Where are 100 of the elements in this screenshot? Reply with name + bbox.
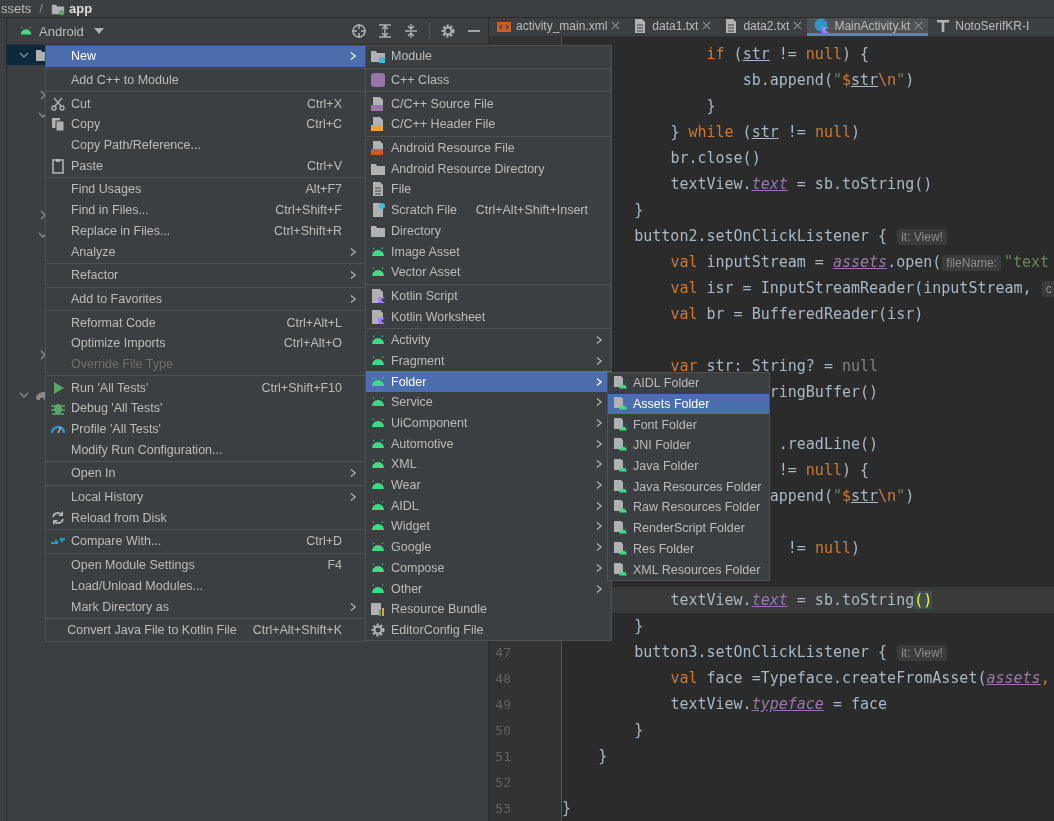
menu-item[interactable]: Activity xyxy=(366,329,611,351)
menu-item[interactable]: Service xyxy=(366,392,611,413)
menu-item[interactable]: Automotive xyxy=(366,433,611,455)
menu-item[interactable]: Android Resource Directory xyxy=(366,158,611,180)
chevron-right-icon xyxy=(350,601,357,612)
menu-item[interactable]: Image Asset xyxy=(366,241,611,262)
menu-item[interactable]: Refactor xyxy=(46,264,365,286)
breadcrumb-item[interactable]: ssets xyxy=(1,1,32,16)
gear-icon xyxy=(370,621,386,638)
menu-item[interactable]: Run 'All Tests' Ctrl+Shift+F10 xyxy=(46,377,365,398)
close-icon[interactable] xyxy=(702,21,712,30)
chevron-down-icon[interactable] xyxy=(19,390,29,400)
chevron-right-icon xyxy=(596,583,603,594)
menu-item[interactable]: RenderScript Folder xyxy=(608,517,769,539)
menu-item[interactable]: Find Usages Alt+F7 xyxy=(46,179,365,200)
menu-item[interactable]: Kotlin Script xyxy=(366,285,611,307)
chevron-right-icon xyxy=(350,293,357,304)
menu-item[interactable]: Reformat Code Ctrl+Alt+L xyxy=(46,312,365,333)
editor-tab[interactable]: MainActivity.kt xyxy=(807,18,929,36)
menu-item[interactable]: Add to Favorites xyxy=(46,288,365,310)
menu-item[interactable]: Load/Unload Modules... xyxy=(46,575,365,597)
menu-item[interactable]: Raw Resources Folder xyxy=(608,497,769,518)
menu-item[interactable]: Font Folder xyxy=(608,414,769,436)
menu-item[interactable]: Optimize Imports Ctrl+Alt+O xyxy=(46,332,365,354)
menu-item[interactable]: XML Resources Folder xyxy=(608,559,769,580)
menu-item[interactable]: C++ Class xyxy=(366,69,611,91)
menu-item[interactable]: Copy Ctrl+C xyxy=(46,114,365,135)
menu-item[interactable]: Mark Directory as xyxy=(46,596,365,617)
menu-item[interactable]: Compose xyxy=(366,557,611,579)
menu-item[interactable]: Open In xyxy=(46,463,365,484)
menu-item[interactable]: Copy Path/Reference... xyxy=(46,134,365,156)
chevron-right-icon xyxy=(596,335,603,346)
code-line: button3.setOnClickListener { it: View! xyxy=(634,643,950,661)
collapse-all-icon[interactable] xyxy=(403,23,419,39)
code-line: .readLine() xyxy=(778,435,879,453)
menu-item[interactable]: File xyxy=(366,179,611,200)
crosshair-icon[interactable] xyxy=(351,23,367,39)
menu-item[interactable]: C/C++ Source File xyxy=(366,93,611,115)
code-line: } xyxy=(706,97,716,115)
view-dropdown[interactable]: Android xyxy=(15,23,108,39)
menu-item[interactable]: Cut Ctrl+X xyxy=(46,93,365,115)
menu-item[interactable]: Google xyxy=(366,536,611,558)
menu-item[interactable]: Profile 'All Tests' xyxy=(46,418,365,440)
menu-item[interactable]: Scratch File Ctrl+Alt+Shift+Insert xyxy=(366,199,611,221)
settings-icon[interactable] xyxy=(440,23,456,39)
menu-item[interactable]: Kotlin Worksheet xyxy=(366,306,611,327)
menu-item[interactable]: Module xyxy=(366,46,611,67)
shortcut-label: Ctrl+Shift+R xyxy=(273,223,342,238)
menu-item[interactable]: Open Module Settings F4 xyxy=(46,554,365,576)
menu-item[interactable]: Res Folder xyxy=(608,538,769,560)
menu-item[interactable]: Android Resource File xyxy=(366,137,611,159)
menu-item[interactable]: Replace in Files... Ctrl+Shift+R xyxy=(46,220,365,242)
menu-item[interactable]: Wear xyxy=(366,474,611,496)
shortcut-label: Alt+F7 xyxy=(305,182,342,197)
menu-item[interactable]: Compare With... Ctrl+D xyxy=(46,531,365,552)
menu-item[interactable]: Paste Ctrl+V xyxy=(46,155,365,177)
menu-item[interactable]: Assets Folder xyxy=(608,393,769,415)
close-icon[interactable] xyxy=(611,21,621,30)
editor-tab[interactable]: activity_main.xml xyxy=(489,18,626,36)
chevron-right-icon xyxy=(596,397,603,408)
menu-item[interactable]: Vector Asset xyxy=(366,261,611,283)
menu-item[interactable]: Convert Java File to Kotlin File Ctrl+Alt+Shift+K xyxy=(46,619,365,641)
menu-item[interactable]: Java Folder xyxy=(608,455,769,477)
expand-all-icon[interactable] xyxy=(377,23,393,39)
menu-item[interactable]: New xyxy=(46,46,365,67)
menu-item[interactable]: Resource Bundle xyxy=(366,598,611,620)
menu-item[interactable]: Local History xyxy=(46,486,365,508)
menu-item[interactable]: Directory xyxy=(366,220,611,242)
menu-item[interactable]: Find in Files... Ctrl+Shift+F xyxy=(46,199,365,221)
menu-item[interactable]: EditorConfig File xyxy=(366,619,611,641)
chevron-right-icon xyxy=(596,480,603,491)
menu-item[interactable]: Fragment xyxy=(366,350,611,372)
close-icon[interactable] xyxy=(914,21,924,30)
menu-item[interactable]: JNI Folder xyxy=(608,435,769,456)
menu-item[interactable]: Folder xyxy=(366,371,611,392)
menu-item[interactable]: Analyze xyxy=(46,241,365,262)
close-icon[interactable] xyxy=(793,21,803,30)
menu-item[interactable]: Java Resources Folder xyxy=(608,476,769,498)
menu-item[interactable]: Modify Run Configuration... xyxy=(46,439,365,461)
menu-item[interactable]: AIDL xyxy=(366,495,611,517)
code-line: } xyxy=(634,721,644,739)
menu-item[interactable]: Add C++ to Module xyxy=(46,69,365,91)
shortcut-label: Ctrl+X xyxy=(306,96,342,111)
menu-item[interactable]: Widget xyxy=(366,516,611,537)
editor-tab[interactable]: data2.txt xyxy=(716,18,808,36)
editor-tab[interactable]: NotoSerifKR-I xyxy=(928,18,1035,36)
menu-item[interactable]: AIDL Folder xyxy=(608,373,769,394)
shortcut-label: Ctrl+Alt+Shift+Insert xyxy=(475,203,588,218)
menu-item[interactable]: Other xyxy=(366,578,611,599)
editor-tab[interactable]: data1.txt xyxy=(625,18,717,36)
reload-icon xyxy=(50,509,66,526)
menu-item[interactable]: UiComponent xyxy=(366,412,611,434)
menu-item[interactable]: C/C++ Header File xyxy=(366,114,611,135)
menu-item[interactable]: Reload from Disk xyxy=(46,507,365,529)
menu-item[interactable]: Debug 'All Tests' xyxy=(46,398,365,419)
breadcrumb-item[interactable]: app xyxy=(68,1,93,16)
menu-item[interactable]: XML xyxy=(366,454,611,475)
chevron-down-icon[interactable] xyxy=(19,50,29,60)
chevron-right-icon xyxy=(596,500,603,511)
kotlin-file-icon xyxy=(370,308,386,325)
